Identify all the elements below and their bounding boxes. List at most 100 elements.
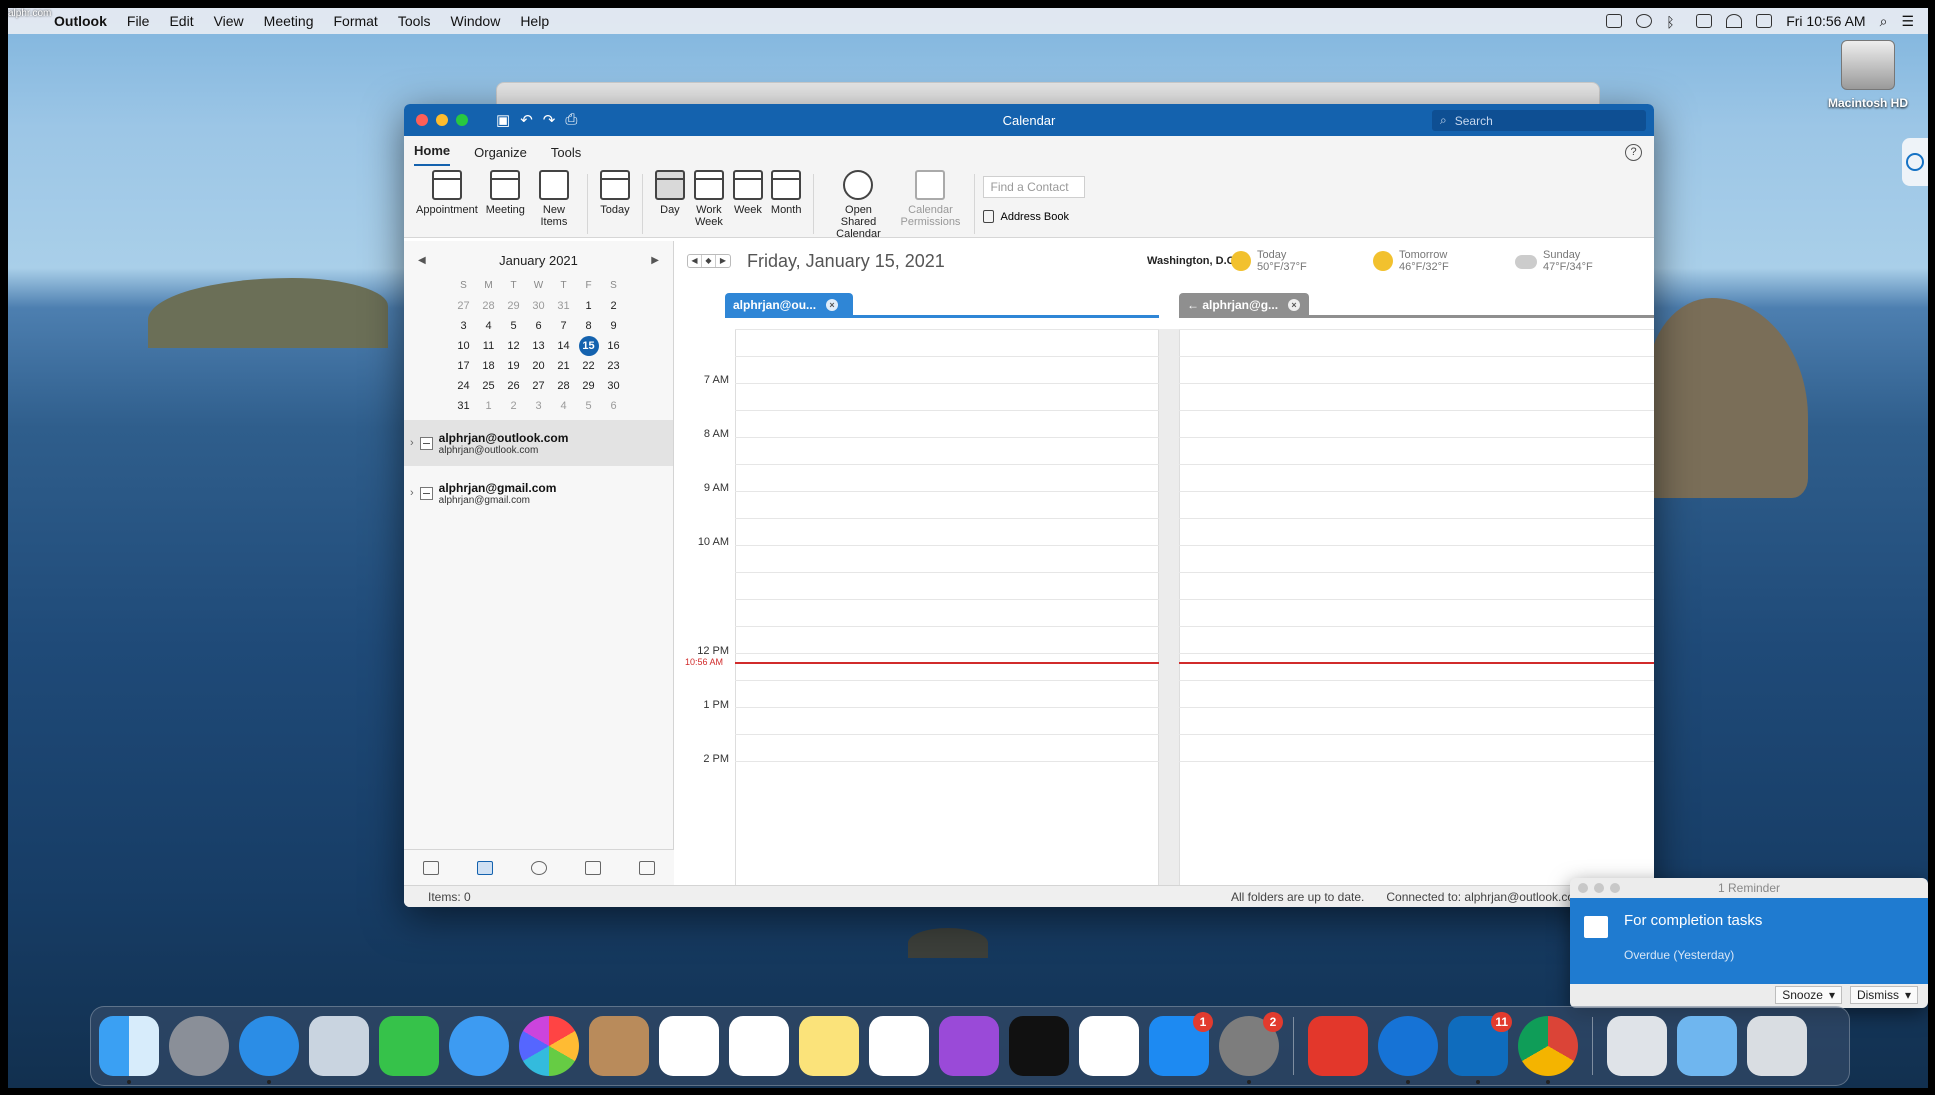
- mini-calendar-day[interactable]: 17: [451, 356, 476, 376]
- meeting-button[interactable]: Meeting: [482, 170, 529, 216]
- facetime-icon[interactable]: [379, 1016, 439, 1076]
- finder-icon[interactable]: [99, 1016, 159, 1084]
- podcasts-icon[interactable]: [939, 1016, 999, 1076]
- mini-calendar-day[interactable]: 12: [501, 336, 526, 356]
- go-today-icon[interactable]: ◆: [702, 255, 716, 267]
- next-day-icon[interactable]: ▶: [716, 255, 730, 267]
- appointment-button[interactable]: Appointment: [412, 170, 482, 216]
- menu-window[interactable]: Window: [441, 13, 511, 29]
- reminder-minimize-button[interactable]: [1594, 883, 1604, 893]
- contacts-icon[interactable]: [589, 1016, 649, 1076]
- music-icon[interactable]: [869, 1016, 929, 1076]
- mini-calendar-day[interactable]: 6: [526, 316, 551, 336]
- mini-calendar-day[interactable]: 20: [526, 356, 551, 376]
- mini-calendar-day[interactable]: 4: [551, 396, 576, 416]
- mini-calendar-day[interactable]: 18: [476, 356, 501, 376]
- teamviewer-dock-icon[interactable]: [1378, 1016, 1438, 1084]
- help-icon[interactable]: ?: [1625, 144, 1642, 161]
- zoom-button[interactable]: [456, 114, 468, 126]
- menu-format[interactable]: Format: [323, 13, 387, 29]
- mini-calendar-day[interactable]: 1: [576, 296, 601, 316]
- notes-icon[interactable]: [639, 860, 655, 875]
- macintosh-hd[interactable]: Macintosh HD: [1828, 40, 1908, 110]
- control-center-icon[interactable]: ☰: [1901, 13, 1914, 30]
- tab-tools[interactable]: Tools: [551, 145, 581, 166]
- today-button[interactable]: Today: [596, 170, 634, 216]
- mini-calendar-day[interactable]: 8: [576, 316, 601, 336]
- mini-calendar-day[interactable]: 15: [578, 336, 599, 356]
- bluetooth-icon[interactable]: ᛒ: [1666, 14, 1682, 30]
- mini-calendar-day[interactable]: 7: [551, 316, 576, 336]
- teamviewer-status-icon[interactable]: [1606, 14, 1623, 28]
- previous-day-icon[interactable]: ◀: [688, 255, 702, 267]
- work-week-button[interactable]: Work Week: [689, 170, 729, 228]
- outlook-icon[interactable]: 11: [1448, 1012, 1512, 1084]
- account-gmail[interactable]: › alphrjan@gmail.com alphrjan@gmail.com: [404, 470, 673, 516]
- day-view-button[interactable]: Day: [651, 170, 689, 216]
- close-tab-icon[interactable]: ×: [1288, 299, 1301, 311]
- downloads-stack-icon[interactable]: [1607, 1016, 1667, 1076]
- chevron-down-icon[interactable]: ▾: [1829, 987, 1835, 1003]
- menu-help[interactable]: Help: [510, 13, 559, 29]
- reminder-item[interactable]: For completion tasks Overdue (Yesterday): [1570, 898, 1928, 984]
- calendar-icon[interactable]: [477, 860, 493, 875]
- chevron-right-icon[interactable]: ›: [410, 437, 414, 449]
- mini-calendar-day[interactable]: 4: [476, 316, 501, 336]
- mini-calendar-day[interactable]: 29: [576, 376, 601, 396]
- redo-icon[interactable]: ↷: [543, 111, 556, 129]
- tab-organize[interactable]: Organize: [474, 145, 527, 166]
- mini-calendar-day[interactable]: 30: [526, 296, 551, 316]
- print-icon[interactable]: ⎙: [565, 111, 577, 129]
- mini-calendar-day[interactable]: 28: [476, 296, 501, 316]
- mini-calendar-day[interactable]: 5: [576, 396, 601, 416]
- mini-calendar-day[interactable]: 11: [476, 336, 501, 356]
- find-contact-input[interactable]: Find a Contact: [983, 176, 1086, 198]
- next-month-icon[interactable]: ▶: [651, 255, 659, 266]
- menu-edit[interactable]: Edit: [159, 13, 203, 29]
- undo-icon[interactable]: ↶: [520, 111, 533, 129]
- calendar-tab-outlook[interactable]: alphrjan@ou... ×: [725, 293, 853, 317]
- mini-calendar-day[interactable]: 22: [576, 356, 601, 376]
- people-icon[interactable]: [531, 860, 547, 875]
- mini-calendar-day[interactable]: 2: [601, 296, 626, 316]
- apple-tv-icon[interactable]: [1009, 1016, 1069, 1076]
- calendar-tab-gmail[interactable]: ← alphrjan@g... ×: [1179, 293, 1309, 317]
- save-icon[interactable]: ▣: [496, 111, 510, 129]
- mini-calendar-day[interactable]: 5: [501, 316, 526, 336]
- trash-icon[interactable]: [1747, 1016, 1807, 1076]
- reminder-zoom-button[interactable]: [1610, 883, 1620, 893]
- mini-calendar-day[interactable]: 3: [451, 316, 476, 336]
- mini-calendar-day[interactable]: 21: [551, 356, 576, 376]
- mini-calendar-day[interactable]: 31: [551, 296, 576, 316]
- mini-calendar-day[interactable]: 29: [501, 296, 526, 316]
- mini-calendar-day[interactable]: 13: [526, 336, 551, 356]
- wifi-icon[interactable]: [1726, 14, 1743, 28]
- account-checkbox[interactable]: [419, 436, 433, 450]
- account-outlook[interactable]: › alphrjan@outlook.com alphrjan@outlook.c…: [404, 420, 673, 466]
- mini-calendar-day[interactable]: 31: [451, 396, 476, 416]
- app-store-icon[interactable]: 1: [1149, 1012, 1213, 1076]
- accessibility-icon[interactable]: [1636, 14, 1653, 28]
- chevron-down-icon[interactable]: ▾: [1905, 987, 1911, 1003]
- teamviewer-side-tab[interactable]: [1902, 138, 1928, 186]
- day-column-outlook[interactable]: [735, 329, 1159, 885]
- menu-clock[interactable]: Fri 10:56 AM: [1786, 13, 1865, 29]
- chrome-icon[interactable]: [1518, 1016, 1578, 1084]
- account-checkbox[interactable]: [419, 486, 433, 500]
- mini-calendar-day[interactable]: 14: [551, 336, 576, 356]
- chevron-right-icon[interactable]: ›: [410, 487, 414, 499]
- photos-icon[interactable]: [519, 1016, 579, 1076]
- tasks-icon[interactable]: [585, 860, 601, 875]
- system-preferences-icon[interactable]: 2: [1219, 1012, 1283, 1084]
- menu-app[interactable]: Outlook: [44, 13, 117, 29]
- applications-folder-icon[interactable]: [1677, 1016, 1737, 1076]
- menu-view[interactable]: View: [204, 13, 254, 29]
- mini-calendar-day[interactable]: 10: [451, 336, 476, 356]
- mini-calendar-day[interactable]: 6: [601, 396, 626, 416]
- mini-calendar-day[interactable]: 9: [601, 316, 626, 336]
- reminders-icon[interactable]: [729, 1016, 789, 1076]
- anydesk-icon[interactable]: [1308, 1016, 1368, 1076]
- search-field[interactable]: ⌕ Search: [1432, 110, 1646, 131]
- menu-file[interactable]: File: [117, 13, 160, 29]
- messages-icon[interactable]: [449, 1016, 509, 1076]
